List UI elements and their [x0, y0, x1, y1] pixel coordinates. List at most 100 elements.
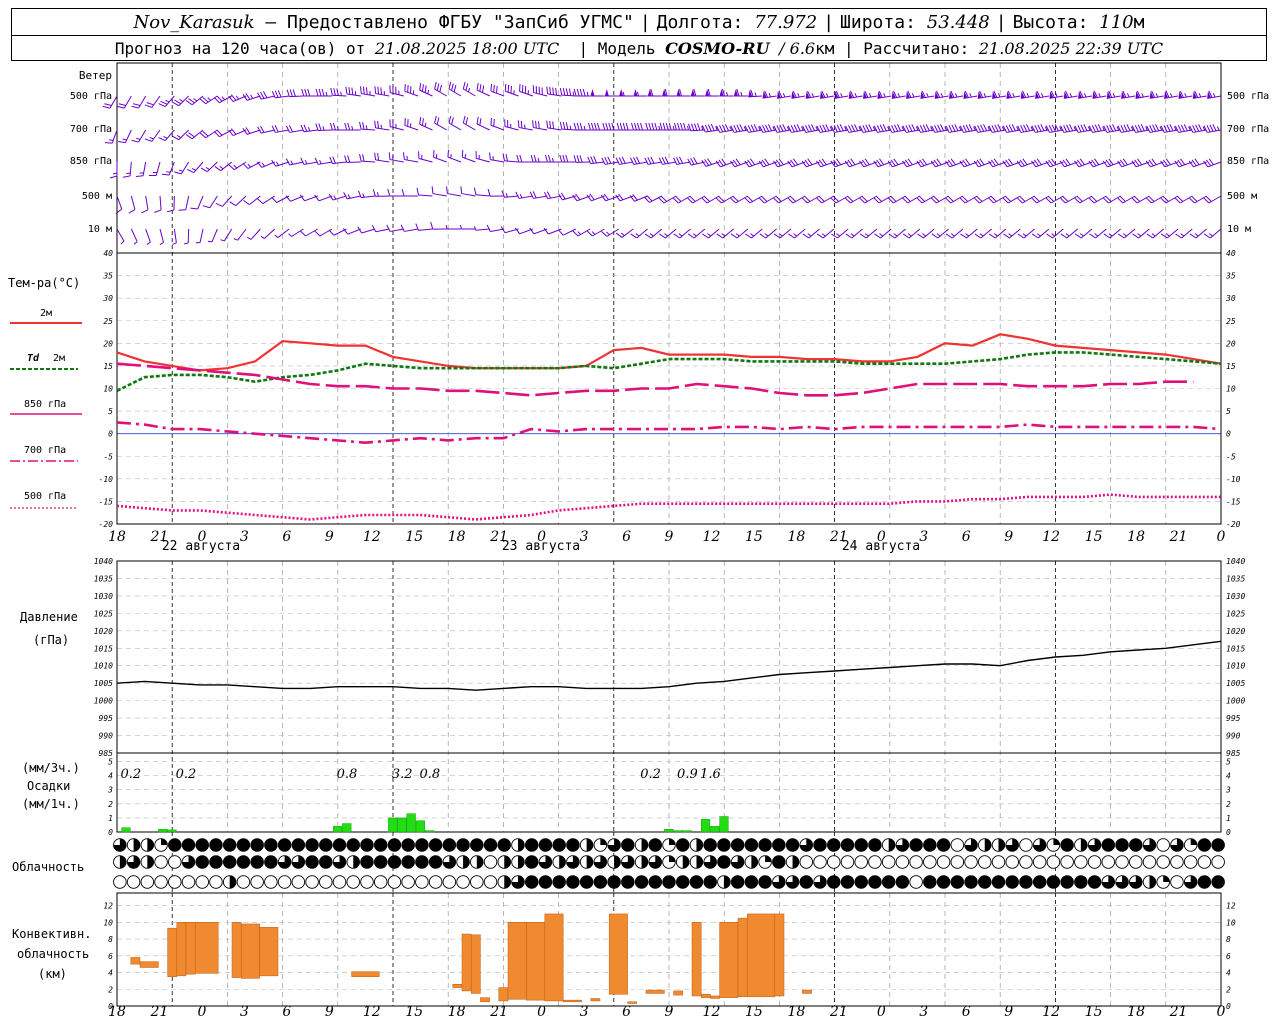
wind-barb — [473, 187, 490, 197]
y-tick-label: 995 — [99, 714, 114, 723]
barb-shaft — [264, 228, 276, 239]
barb-feather — [448, 81, 452, 90]
cloud-symbol — [1142, 855, 1157, 869]
wind-barb — [1002, 124, 1021, 133]
wind-barb — [719, 88, 734, 97]
wind-barb — [159, 228, 164, 245]
wind-barb — [773, 195, 792, 204]
meteogram: { "header": { "station": "Nov_Karasuk", … — [0, 0, 1280, 1024]
barb-shaft — [361, 93, 376, 97]
precip-bar — [664, 828, 674, 833]
cloud-symbol — [181, 838, 196, 852]
wind-barb — [1189, 124, 1207, 133]
cloud-symbol — [648, 855, 663, 869]
barb-feather — [274, 90, 279, 98]
cloud-circle — [209, 875, 223, 889]
barb-feather — [590, 156, 595, 164]
barb-half — [850, 233, 855, 237]
cloud-fill — [525, 855, 539, 869]
barb-feather — [678, 156, 684, 164]
conv-bar — [746, 913, 776, 998]
barb-feather — [109, 175, 118, 179]
barb-feather — [451, 117, 454, 125]
barb-feather — [274, 125, 279, 133]
x-hour-label: 0 — [1217, 1004, 1226, 1020]
barb-half — [879, 233, 884, 237]
wind-barb — [902, 124, 920, 133]
barb-shaft — [1138, 228, 1150, 239]
cloud-circle — [373, 875, 388, 889]
barb-feather — [549, 86, 552, 95]
cloud-fill — [463, 855, 470, 869]
conv-bar — [167, 927, 178, 977]
wind-barb — [1160, 124, 1179, 133]
cloud-symbol — [126, 838, 141, 852]
barb-feather — [1020, 125, 1025, 133]
barb-feather — [1046, 233, 1053, 239]
barb-shaft — [490, 124, 505, 131]
wind-barb — [389, 119, 404, 131]
wind-barb — [945, 228, 964, 239]
barb-feather — [271, 196, 278, 203]
barb-half — [825, 93, 829, 98]
barb-half — [707, 233, 712, 237]
barb-feather — [377, 153, 380, 161]
cloud-symbol — [717, 838, 731, 852]
barb-half — [577, 231, 581, 235]
wind-barb — [874, 228, 892, 239]
barb-half — [940, 93, 944, 98]
barb-half — [362, 193, 365, 198]
cloud-symbol — [840, 855, 855, 869]
cloud-symbol — [305, 855, 319, 869]
barb-half — [750, 233, 755, 237]
barb-half — [126, 172, 131, 175]
barb-feather — [974, 233, 982, 239]
barb-half — [687, 125, 689, 131]
cloud-circle — [909, 875, 923, 889]
barb-feather — [1123, 124, 1128, 132]
x-hour-label: 3 — [240, 1004, 249, 1020]
barb-feather — [559, 121, 563, 130]
wind-barb — [730, 195, 749, 204]
barb-feather — [793, 124, 798, 132]
wind-barb — [544, 154, 562, 163]
x-hour-label: 3 — [919, 529, 928, 545]
precip-3h-label: 0.2 — [120, 767, 141, 782]
cloud-fill — [476, 855, 484, 869]
cloud-symbol — [593, 855, 608, 869]
wind-barb — [730, 158, 749, 168]
cloud-symbol — [195, 855, 209, 869]
y-tick-label: 12 — [103, 902, 113, 911]
cloud-symbol — [1156, 838, 1170, 852]
barb-half — [678, 233, 683, 237]
barb-feather — [668, 122, 672, 131]
wind-barb — [877, 90, 892, 99]
wind-barb — [1145, 195, 1164, 204]
barb-feather — [859, 233, 867, 239]
cloud-circle — [813, 855, 827, 869]
cloud-fill — [443, 838, 456, 852]
barb-shaft — [138, 95, 147, 109]
wind-barb — [487, 188, 505, 197]
wind-barb — [586, 228, 605, 237]
barb-half — [505, 192, 508, 198]
barb-shaft — [894, 228, 906, 239]
barb-half — [782, 93, 786, 98]
barb-shaft — [448, 122, 462, 131]
wind-barb — [601, 228, 620, 237]
barb-feather — [462, 81, 466, 90]
barb-shaft — [361, 228, 376, 234]
cloud-fill — [648, 838, 662, 852]
barb-half — [969, 93, 972, 98]
y-tick-label: 20 — [103, 339, 113, 348]
x-hour-label: 12 — [1042, 1004, 1060, 1020]
wind-barb — [1103, 228, 1121, 239]
barb-feather — [286, 89, 290, 97]
barb-feather — [790, 125, 795, 133]
barb-feather — [562, 88, 566, 96]
cloud-symbol — [1211, 838, 1225, 852]
barb-feather — [487, 188, 491, 197]
barb-feather — [673, 157, 678, 165]
barb-feather — [851, 124, 856, 132]
y-tick-label: 1020 — [94, 627, 113, 636]
